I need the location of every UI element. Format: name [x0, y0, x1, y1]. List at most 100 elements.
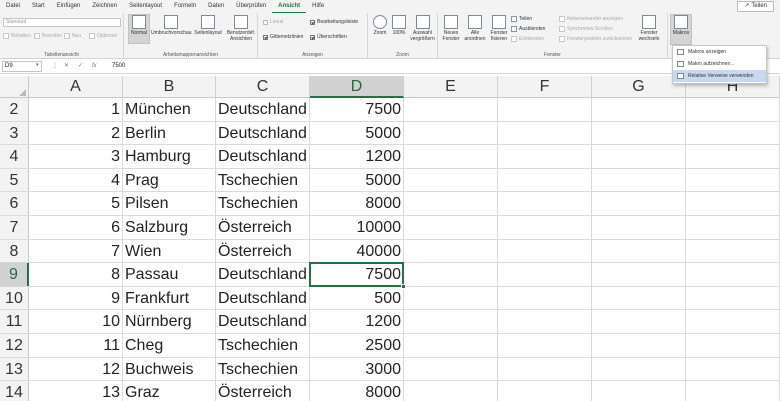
tab-0[interactable]: Datei — [0, 0, 26, 13]
cell-empty[interactable] — [686, 121, 780, 145]
options-button[interactable]: Optionen — [89, 32, 117, 40]
cell-empty[interactable] — [498, 286, 592, 310]
switch-window-button[interactable]: Fenster wechseln — [634, 15, 664, 42]
formula-input[interactable]: 7500 — [110, 61, 670, 72]
cell-empty[interactable] — [498, 310, 592, 333]
keep-button[interactable]: Behalten — [3, 32, 31, 40]
page-layout-button[interactable]: Seitenlayout — [192, 15, 224, 36]
cell-b[interactable]: Passau — [123, 263, 216, 286]
cell-empty[interactable] — [592, 98, 686, 121]
cell-c[interactable]: Tschechien — [216, 334, 310, 357]
cell-d[interactable]: 8000 — [310, 381, 404, 401]
reset-position-button[interactable]: Fensterposition zurücksetzen — [559, 35, 632, 43]
cell-empty[interactable] — [686, 381, 780, 401]
cell-empty[interactable] — [686, 216, 780, 239]
macros-button[interactable]: Makros — [670, 14, 692, 45]
arrange-all-button[interactable]: Alle anordnen — [463, 15, 487, 42]
row-header[interactable]: 6 — [0, 192, 29, 215]
row-header[interactable]: 9 — [0, 263, 29, 286]
unhide-button[interactable]: Einblenden — [511, 35, 544, 43]
cell-b[interactable]: Nürnberg — [123, 310, 216, 333]
freeze-panes-button[interactable]: Fenster fixieren — [488, 15, 510, 42]
page-break-button[interactable]: Umbruchvorschau — [151, 15, 192, 36]
cell-empty[interactable] — [686, 310, 780, 333]
column-header-d[interactable]: D — [310, 76, 404, 98]
cell-a[interactable]: 4 — [29, 168, 123, 192]
function-icon[interactable]: fx — [92, 61, 97, 72]
cell-empty[interactable] — [498, 381, 592, 401]
cell-c[interactable]: Österreich — [216, 239, 310, 263]
cell-c[interactable]: Deutschland — [216, 121, 310, 145]
chevron-down-icon[interactable]: ▾ — [36, 62, 39, 68]
row-header[interactable]: 2 — [0, 98, 29, 121]
row-header[interactable]: 5 — [0, 168, 29, 192]
cell-a[interactable]: 7 — [29, 239, 123, 263]
row-header[interactable]: 14 — [0, 381, 29, 401]
cell-a[interactable]: 8 — [29, 263, 123, 286]
cell-empty[interactable] — [404, 381, 498, 401]
cell-empty[interactable] — [404, 121, 498, 145]
cell-d[interactable]: 3000 — [310, 357, 404, 381]
row-header[interactable]: 10 — [0, 286, 29, 310]
row-header[interactable]: 13 — [0, 357, 29, 381]
cell-b[interactable]: Wien — [123, 239, 216, 263]
side-by-side-button[interactable]: Nebeneinander anzeigen — [559, 15, 623, 23]
cell-empty[interactable] — [404, 168, 498, 192]
enter-icon[interactable]: ✓ — [78, 61, 83, 72]
column-header-f[interactable]: F — [498, 76, 592, 98]
cell-a[interactable]: 5 — [29, 192, 123, 215]
split-button[interactable]: Teilen — [511, 15, 532, 23]
formula-bar-checkbox[interactable]: Bearbeitungsleiste — [310, 18, 358, 26]
tab-4[interactable]: Seitenlayout — [123, 0, 168, 13]
cell-a[interactable]: 3 — [29, 145, 123, 168]
tab-9[interactable]: Hilfe — [306, 0, 330, 13]
cell-empty[interactable] — [404, 239, 498, 263]
cell-empty[interactable] — [404, 263, 498, 286]
cell-empty[interactable] — [404, 145, 498, 168]
cell-empty[interactable] — [498, 121, 592, 145]
cell-empty[interactable] — [498, 239, 592, 263]
cell-c[interactable]: Tschechien — [216, 192, 310, 215]
cell-b[interactable]: Hamburg — [123, 145, 216, 168]
tab-5[interactable]: Formeln — [168, 0, 202, 13]
cell-empty[interactable] — [498, 98, 592, 121]
cell-empty[interactable] — [592, 239, 686, 263]
row-header[interactable]: 7 — [0, 216, 29, 239]
cell-a[interactable]: 6 — [29, 216, 123, 239]
cell-d[interactable]: 1200 — [310, 145, 404, 168]
cell-empty[interactable] — [592, 121, 686, 145]
cell-empty[interactable] — [592, 334, 686, 357]
sync-scroll-button[interactable]: Synchrones Scrollen — [559, 25, 613, 33]
cell-empty[interactable] — [404, 286, 498, 310]
cell-empty[interactable] — [498, 145, 592, 168]
cell-a[interactable]: 1 — [29, 98, 123, 121]
column-header-c[interactable]: C — [216, 76, 310, 98]
tab-8[interactable]: Ansicht — [272, 0, 307, 13]
zoom-selection-button[interactable]: Auswahl vergrößern — [408, 15, 437, 42]
gridlines-checkbox[interactable]: Gitternetzlinien — [263, 33, 303, 41]
menu-item-view-macros[interactable]: Makros anzeigen — [673, 46, 766, 58]
cell-b[interactable]: Buchweis — [123, 357, 216, 381]
normal-view-button[interactable]: Normal — [128, 14, 150, 44]
cell-empty[interactable] — [592, 263, 686, 286]
cell-empty[interactable] — [404, 310, 498, 333]
cell-empty[interactable] — [592, 145, 686, 168]
cell-a[interactable]: 9 — [29, 286, 123, 310]
cell-empty[interactable] — [592, 357, 686, 381]
ruler-checkbox[interactable]: Lineal — [263, 18, 283, 26]
cell-d[interactable]: 5000 — [310, 121, 404, 145]
cell-empty[interactable] — [592, 286, 686, 310]
custom-views-button[interactable]: Benutzerdef. Ansichten — [225, 15, 257, 42]
cell-empty[interactable] — [498, 263, 592, 286]
hide-button[interactable]: Ausblenden — [511, 25, 545, 33]
cell-d[interactable]: 40000 — [310, 239, 404, 263]
cell-empty[interactable] — [404, 98, 498, 121]
cell-d[interactable]: 2500 — [310, 334, 404, 357]
menu-item-record-macro[interactable]: Makro aufzeichnen... — [673, 58, 766, 70]
cell-empty[interactable] — [592, 310, 686, 333]
cell-empty[interactable] — [686, 263, 780, 286]
cell-empty[interactable] — [498, 192, 592, 215]
row-header[interactable]: 8 — [0, 239, 29, 263]
cell-a[interactable]: 10 — [29, 310, 123, 333]
cell-empty[interactable] — [404, 334, 498, 357]
